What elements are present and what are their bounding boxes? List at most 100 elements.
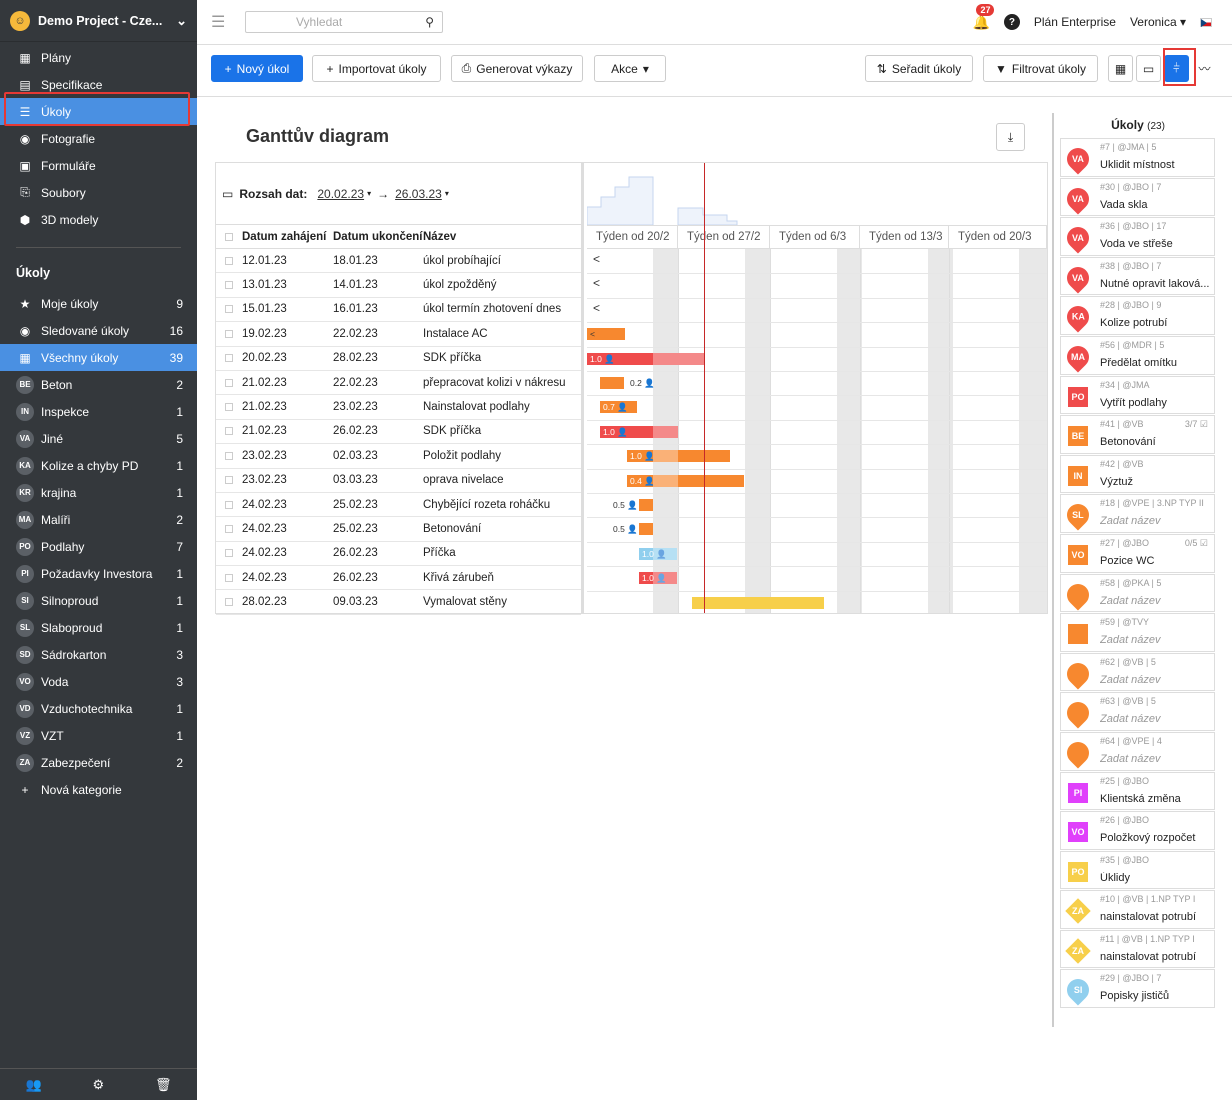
category-item[interactable]: VA Jiné 5 xyxy=(0,425,197,452)
menu-icon[interactable]: ☰ xyxy=(211,12,225,32)
gantt-bar[interactable] xyxy=(639,523,653,536)
category-item[interactable]: PI Požadavky Investora 1 xyxy=(0,560,197,587)
table-row[interactable]: 13.01.23 14.01.23 úkol zpožděný xyxy=(216,273,581,298)
task-card[interactable]: IN #42 | @VB Výztuž xyxy=(1060,454,1215,494)
category-item[interactable]: SD Sádrokarton 3 xyxy=(0,641,197,668)
range-from[interactable]: 20.02.23 xyxy=(317,187,364,201)
table-row[interactable]: 24.02.23 26.02.23 Příčka xyxy=(216,542,581,567)
task-card[interactable]: VA #38 | @JBO | 7 Nutné opravit laková... xyxy=(1060,256,1215,296)
task-card[interactable]: VA #36 | @JBO | 17 Voda ve střeše xyxy=(1060,217,1215,256)
category-item[interactable]: IN Inspekce 1 xyxy=(0,398,197,425)
category-item[interactable]: VO Voda 3 xyxy=(0,668,197,695)
row-checkbox[interactable] xyxy=(225,354,233,363)
table-row[interactable]: 21.02.23 26.02.23 SDK příčka xyxy=(216,420,581,445)
calendar-view-button[interactable]: ▭ xyxy=(1136,55,1161,82)
gantt-bar[interactable] xyxy=(692,596,824,609)
new-category-button[interactable]: + Nová kategorie xyxy=(0,776,197,803)
table-row[interactable]: 15.01.23 16.01.23 úkol termín zhotovení dn… xyxy=(216,298,581,323)
table-row[interactable]: 19.02.23 22.02.23 Instalace AC xyxy=(216,322,581,347)
gantt-bar[interactable]: 1.0 👤 xyxy=(627,450,730,463)
gear-icon[interactable]: ⚙ xyxy=(93,1077,105,1093)
select-all-checkbox[interactable] xyxy=(225,232,233,241)
row-checkbox[interactable] xyxy=(225,598,233,607)
gantt-bar[interactable] xyxy=(600,377,624,389)
user-menu[interactable]: Veronica ▾ xyxy=(1130,15,1186,29)
task-card[interactable]: PO #34 | @JMA Vytřít podlahy xyxy=(1060,375,1215,415)
column-header-end[interactable]: Datum ukončení xyxy=(333,231,423,243)
task-card[interactable]: #63 | @VB | 5 Zadat název xyxy=(1060,692,1215,731)
category-item[interactable]: VZ VZT 1 xyxy=(0,722,197,749)
table-row[interactable]: 12.01.23 18.01.23 úkol probíhající xyxy=(216,249,581,274)
sort-tasks-button[interactable]: ⇅ Seřadit úkoly xyxy=(865,55,973,82)
nav-item[interactable]: ◉ Fotografie xyxy=(0,125,197,152)
task-nav-item[interactable]: ★ Moje úkoly 9 xyxy=(0,290,197,317)
task-card[interactable]: ZA #10 | @VB | 1.NP TYP I nainstalovat pot… xyxy=(1060,890,1215,929)
flag-icon[interactable] xyxy=(1200,17,1212,27)
task-card[interactable]: VA #7 | @JMA | 5 Uklidit místnost xyxy=(1060,138,1215,177)
row-checkbox[interactable] xyxy=(225,256,233,265)
category-item[interactable]: KA Kolize a chyby PD 1 xyxy=(0,452,197,479)
category-item[interactable]: SL Slaboproud 1 xyxy=(0,614,197,641)
gantt-bar[interactable]: < xyxy=(587,328,625,341)
row-checkbox[interactable] xyxy=(225,524,233,533)
task-nav-item[interactable]: ◉ Sledované úkoly 16 xyxy=(0,317,197,344)
download-button[interactable]: ⤓ xyxy=(996,123,1025,151)
actions-dropdown[interactable]: Akce ▾ xyxy=(594,55,666,82)
range-to[interactable]: 26.03.23 xyxy=(395,187,442,201)
help-icon[interactable]: ? xyxy=(1003,14,1020,30)
table-row[interactable]: 21.02.23 23.02.23 Nainstalovat podlahy xyxy=(216,395,581,420)
row-checkbox[interactable] xyxy=(225,451,233,460)
table-row[interactable]: 24.02.23 25.02.23 Betonování xyxy=(216,517,581,542)
task-card[interactable]: MA #56 | @MDR | 5 Předělat omítku xyxy=(1060,335,1215,375)
task-card[interactable]: KA #28 | @JBO | 9 Kolize potrubí xyxy=(1060,296,1215,335)
row-checkbox[interactable] xyxy=(225,549,233,558)
table-row[interactable]: 24.02.23 26.02.23 Křivá zárubeň xyxy=(216,566,581,591)
nav-item[interactable]: ▣ Formuláře xyxy=(0,152,197,179)
grid-view-button[interactable]: ▦ xyxy=(1108,55,1133,82)
category-item[interactable]: ZA Zabezpečení 2 xyxy=(0,749,197,776)
search-input[interactable]: Vyhledat ⚲ xyxy=(245,11,443,33)
table-row[interactable]: 23.02.23 02.03.23 Položit podlahy xyxy=(216,444,581,469)
row-checkbox[interactable] xyxy=(225,476,233,485)
trash-icon[interactable]: 🗑 xyxy=(155,1077,172,1093)
nav-item[interactable]: ⬢ 3D modely xyxy=(0,206,197,233)
nav-item[interactable]: ⎘ Soubory xyxy=(0,179,197,206)
gantt-bar[interactable]: 0.7 👤 xyxy=(600,401,637,414)
project-selector[interactable]: ☺ Demo Project - Cze... ⌄ xyxy=(0,0,197,42)
category-item[interactable]: VD Vzduchotechnika 1 xyxy=(0,695,197,722)
row-checkbox[interactable] xyxy=(225,427,233,436)
generate-reports-button[interactable]: ⎙ Generovat výkazy xyxy=(451,55,583,82)
task-card[interactable]: PO #35 | @JBO Úklidy xyxy=(1060,850,1215,890)
task-card[interactable]: #59 | @TVY Zadat název xyxy=(1060,613,1215,652)
row-checkbox[interactable] xyxy=(225,378,233,387)
users-icon[interactable]: 👥 xyxy=(25,1077,41,1093)
nav-item[interactable]: ▦ Plány xyxy=(0,44,197,71)
column-header-name[interactable]: Název xyxy=(423,231,581,243)
gantt-bar[interactable] xyxy=(639,499,653,511)
row-checkbox[interactable] xyxy=(225,281,233,290)
task-card[interactable]: VA #30 | @JBO | 7 Vada skla xyxy=(1060,177,1215,217)
task-card[interactable]: BE #41 | @VB Betonování 3/7 ☑ xyxy=(1060,415,1215,454)
filter-tasks-button[interactable]: ▼ Filtrovat úkoly xyxy=(983,55,1098,82)
row-checkbox[interactable] xyxy=(225,403,233,412)
table-row[interactable]: 23.02.23 03.03.23 oprava nivelace xyxy=(216,469,581,493)
category-item[interactable]: PO Podlahy 7 xyxy=(0,533,197,560)
task-card[interactable]: #62 | @VB | 5 Zadat název xyxy=(1060,652,1215,692)
row-checkbox[interactable] xyxy=(225,329,233,338)
task-card[interactable]: SI #29 | @JBO | 7 Popisky jističů xyxy=(1060,969,1215,1009)
row-checkbox[interactable] xyxy=(225,305,233,314)
table-row[interactable]: 20.02.23 28.02.23 SDK příčka xyxy=(216,347,581,371)
task-card[interactable]: PI #25 | @JBO Klientská změna xyxy=(1060,771,1215,811)
task-card[interactable]: VO #27 | @JBO Pozice WC 0/5 ☑ xyxy=(1060,533,1215,573)
category-item[interactable]: MA Malíři 2 xyxy=(0,506,197,533)
task-nav-item[interactable]: ▦ Všechny úkoly 39 xyxy=(0,344,197,371)
task-card[interactable]: #64 | @VPE | 4 Zadat název xyxy=(1060,731,1215,771)
gantt-bar[interactable]: 0.4 👤 xyxy=(627,474,744,487)
plan-link[interactable]: Plán Enterprise xyxy=(1034,15,1116,29)
table-row[interactable]: 24.02.23 25.02.23 Chybějící rozeta roháčku xyxy=(216,493,581,518)
row-checkbox[interactable] xyxy=(225,573,233,582)
new-task-button[interactable]: + Nový úkol xyxy=(211,55,303,82)
row-checkbox[interactable] xyxy=(225,500,233,509)
bell-icon[interactable]: 🔔 27 xyxy=(972,3,995,31)
task-card[interactable]: VO #26 | @JBO Položkový rozpočet xyxy=(1060,811,1215,850)
